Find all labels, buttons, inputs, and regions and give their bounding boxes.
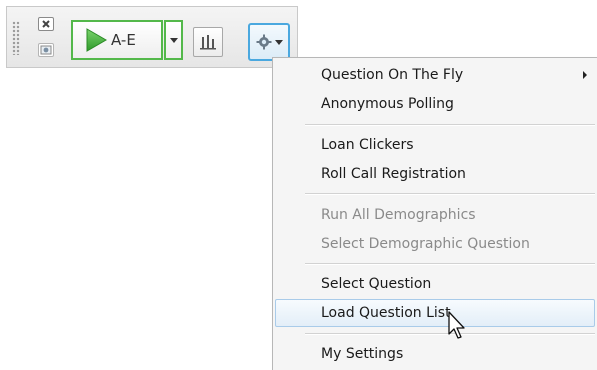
menu-item-label: Select Question	[321, 276, 432, 292]
menu-item-label: Select Demographic Question	[321, 236, 530, 252]
play-icon	[86, 28, 107, 52]
menu-item-my-settings[interactable]: My Settings	[274, 340, 597, 368]
results-chart-button[interactable]	[193, 27, 223, 57]
menu-separator	[305, 124, 595, 126]
submenu-arrow-icon	[583, 71, 587, 79]
menu-item-load-question-list[interactable]: Load Question List	[275, 299, 595, 327]
chevron-down-icon	[274, 39, 283, 45]
start-button-label: A-E	[111, 31, 136, 49]
menu-item-roll-call-registration[interactable]: Roll Call Registration	[274, 160, 597, 188]
gear-icon	[256, 34, 271, 50]
menu-item-label: Anonymous Polling	[321, 96, 454, 112]
menu-item-label: Load Question List	[321, 305, 451, 321]
menu-item-select-demographic-question: Select Demographic Question	[274, 230, 597, 258]
toolbar-grip-handle[interactable]	[12, 21, 20, 55]
start-polling-button[interactable]: A-E	[71, 20, 163, 60]
menu-item-label: Roll Call Registration	[321, 166, 466, 182]
menu-separator	[305, 263, 595, 265]
menu-item-label: My Settings	[321, 346, 404, 362]
menu-item-anonymous-polling[interactable]: Anonymous Polling	[274, 90, 597, 118]
settings-dropdown-menu: Question On The Fly Anonymous Polling Lo…	[272, 57, 597, 370]
close-button[interactable]	[38, 17, 54, 31]
toolbar: A-E	[6, 6, 298, 68]
start-options-dropdown-button[interactable]	[164, 20, 183, 60]
menu-item-label: Run All Demographics	[321, 207, 476, 223]
mouse-cursor-icon	[448, 311, 465, 339]
bar-chart-icon	[200, 35, 216, 50]
menu-item-select-question[interactable]: Select Question	[274, 270, 597, 298]
menu-item-run-all-demographics: Run All Demographics	[274, 201, 597, 229]
image-icon	[40, 45, 52, 55]
close-icon	[42, 20, 50, 28]
chevron-down-icon	[169, 37, 178, 43]
menu-separator	[305, 193, 595, 195]
image-button[interactable]	[38, 43, 54, 57]
menu-item-label: Question On The Fly	[321, 67, 464, 83]
page: A-E Question On The Fly Anonymous Pollin…	[0, 0, 597, 370]
settings-menu-button[interactable]	[248, 23, 290, 61]
menu-item-question-on-the-fly[interactable]: Question On The Fly	[274, 61, 597, 89]
menu-item-label: Loan Clickers	[321, 137, 414, 153]
menu-item-loan-clickers[interactable]: Loan Clickers	[274, 131, 597, 159]
